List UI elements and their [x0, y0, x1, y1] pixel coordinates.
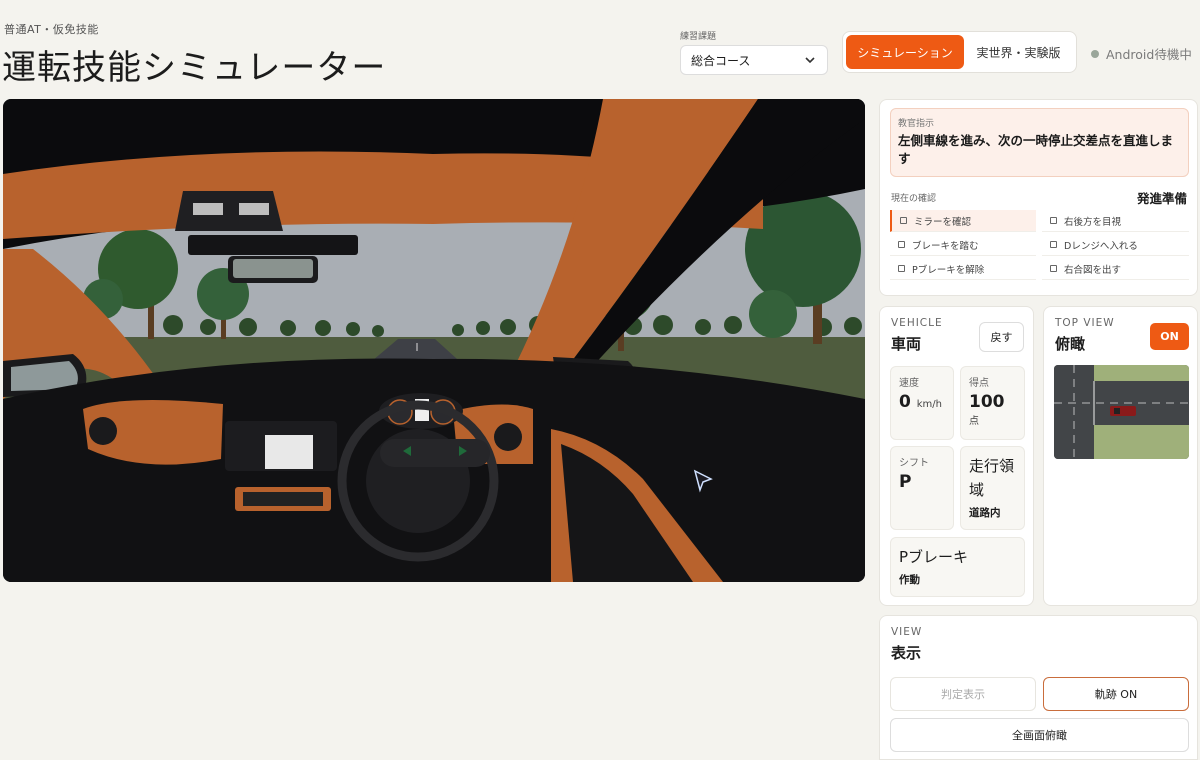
- vehicle-tag: VEHICLE: [891, 317, 943, 329]
- cockpit-scene: [3, 99, 865, 582]
- topview-panel: TOP VIEW 俯瞰 ON: [1043, 306, 1198, 606]
- checklist-item: 右後方を目視: [1042, 210, 1189, 232]
- view-panel: VIEW 表示 判定表示 軌跡 ON 全画面俯瞰: [879, 615, 1198, 760]
- connection-status: Android待機中: [1091, 44, 1192, 63]
- shift-value: P: [899, 472, 912, 492]
- vehicle-panel: VEHICLE 車両 戻す 速度 0 km/h 得点 100 点 シフト P 走…: [879, 306, 1034, 606]
- course-selected-value: 総合コース: [691, 53, 751, 68]
- driving-viewport[interactable]: [3, 99, 865, 582]
- shift-stat: シフト P: [890, 446, 954, 530]
- topview-toggle[interactable]: ON: [1150, 323, 1189, 350]
- status-dot-icon: [1091, 49, 1099, 58]
- speed-stat: 速度 0 km/h: [890, 366, 954, 440]
- speed-value: 0: [899, 392, 911, 412]
- fullscreen-topview-button[interactable]: 全画面俯瞰: [890, 718, 1189, 752]
- topview-tag: TOP VIEW: [1055, 317, 1115, 329]
- area-value: 道路内: [969, 507, 1001, 519]
- vehicle-title: 車両: [891, 335, 922, 353]
- checkbox-icon: [898, 265, 905, 272]
- checklist-label: 現在の確認: [891, 194, 937, 204]
- mode-real-button[interactable]: 実世界・実験版: [964, 35, 1073, 69]
- instruction-text: 左側車線を進み、次の一時停止交差点を直進します: [898, 133, 1174, 166]
- page-subtitle: 普通AT・仮免技能: [4, 23, 99, 36]
- instruction-box: 教官指示 左側車線を進み、次の一時停止交差点を直進します: [890, 108, 1189, 177]
- status-text: Android待機中: [1106, 47, 1192, 62]
- checkbox-icon: [900, 217, 907, 224]
- checklist-item: Pブレーキを解除: [890, 258, 1036, 280]
- score-value: 100: [969, 392, 1005, 412]
- mode-toggle: シミュレーション 実世界・実験版: [842, 31, 1077, 73]
- score-stat: 得点 100 点: [960, 366, 1025, 440]
- checkbox-icon: [1050, 241, 1057, 248]
- pbrake-value: 作動: [899, 574, 920, 586]
- checklist-item: ミラーを確認: [890, 210, 1036, 232]
- course-select[interactable]: 総合コース: [680, 45, 828, 75]
- judge-display-button[interactable]: 判定表示: [890, 677, 1036, 711]
- checklist-stage: 発進準備: [1136, 191, 1187, 206]
- instruction-tag: 教官指示: [898, 119, 935, 129]
- view-title: 表示: [891, 644, 922, 662]
- area-stat: 走行領域 道路内: [960, 446, 1025, 530]
- checklist-item: Dレンジへ入れる: [1042, 234, 1189, 256]
- mode-simulation-button[interactable]: シミュレーション: [846, 35, 964, 69]
- checklist-item: 右合図を出す: [1042, 258, 1189, 280]
- chevron-down-icon: [805, 57, 815, 64]
- checkbox-icon: [1050, 265, 1057, 272]
- reset-button[interactable]: 戻す: [979, 322, 1024, 352]
- checklist-item: ブレーキを踏む: [890, 234, 1036, 256]
- checkbox-icon: [898, 241, 905, 248]
- view-tag: VIEW: [891, 626, 923, 638]
- trail-toggle-button[interactable]: 軌跡 ON: [1043, 677, 1189, 711]
- pbrake-stat: Pブレーキ 作動: [890, 537, 1025, 597]
- page-title: 運転技能シミュレーター: [2, 48, 387, 88]
- topview-title: 俯瞰: [1055, 335, 1086, 353]
- checkbox-icon: [1050, 217, 1057, 224]
- course-label: 練習課題: [680, 32, 717, 42]
- topview-minimap[interactable]: [1054, 365, 1189, 459]
- minimap-graphic: [1054, 365, 1189, 459]
- instruction-panel: 教官指示 左側車線を進み、次の一時停止交差点を直進します 現在の確認 発進準備 …: [879, 99, 1198, 296]
